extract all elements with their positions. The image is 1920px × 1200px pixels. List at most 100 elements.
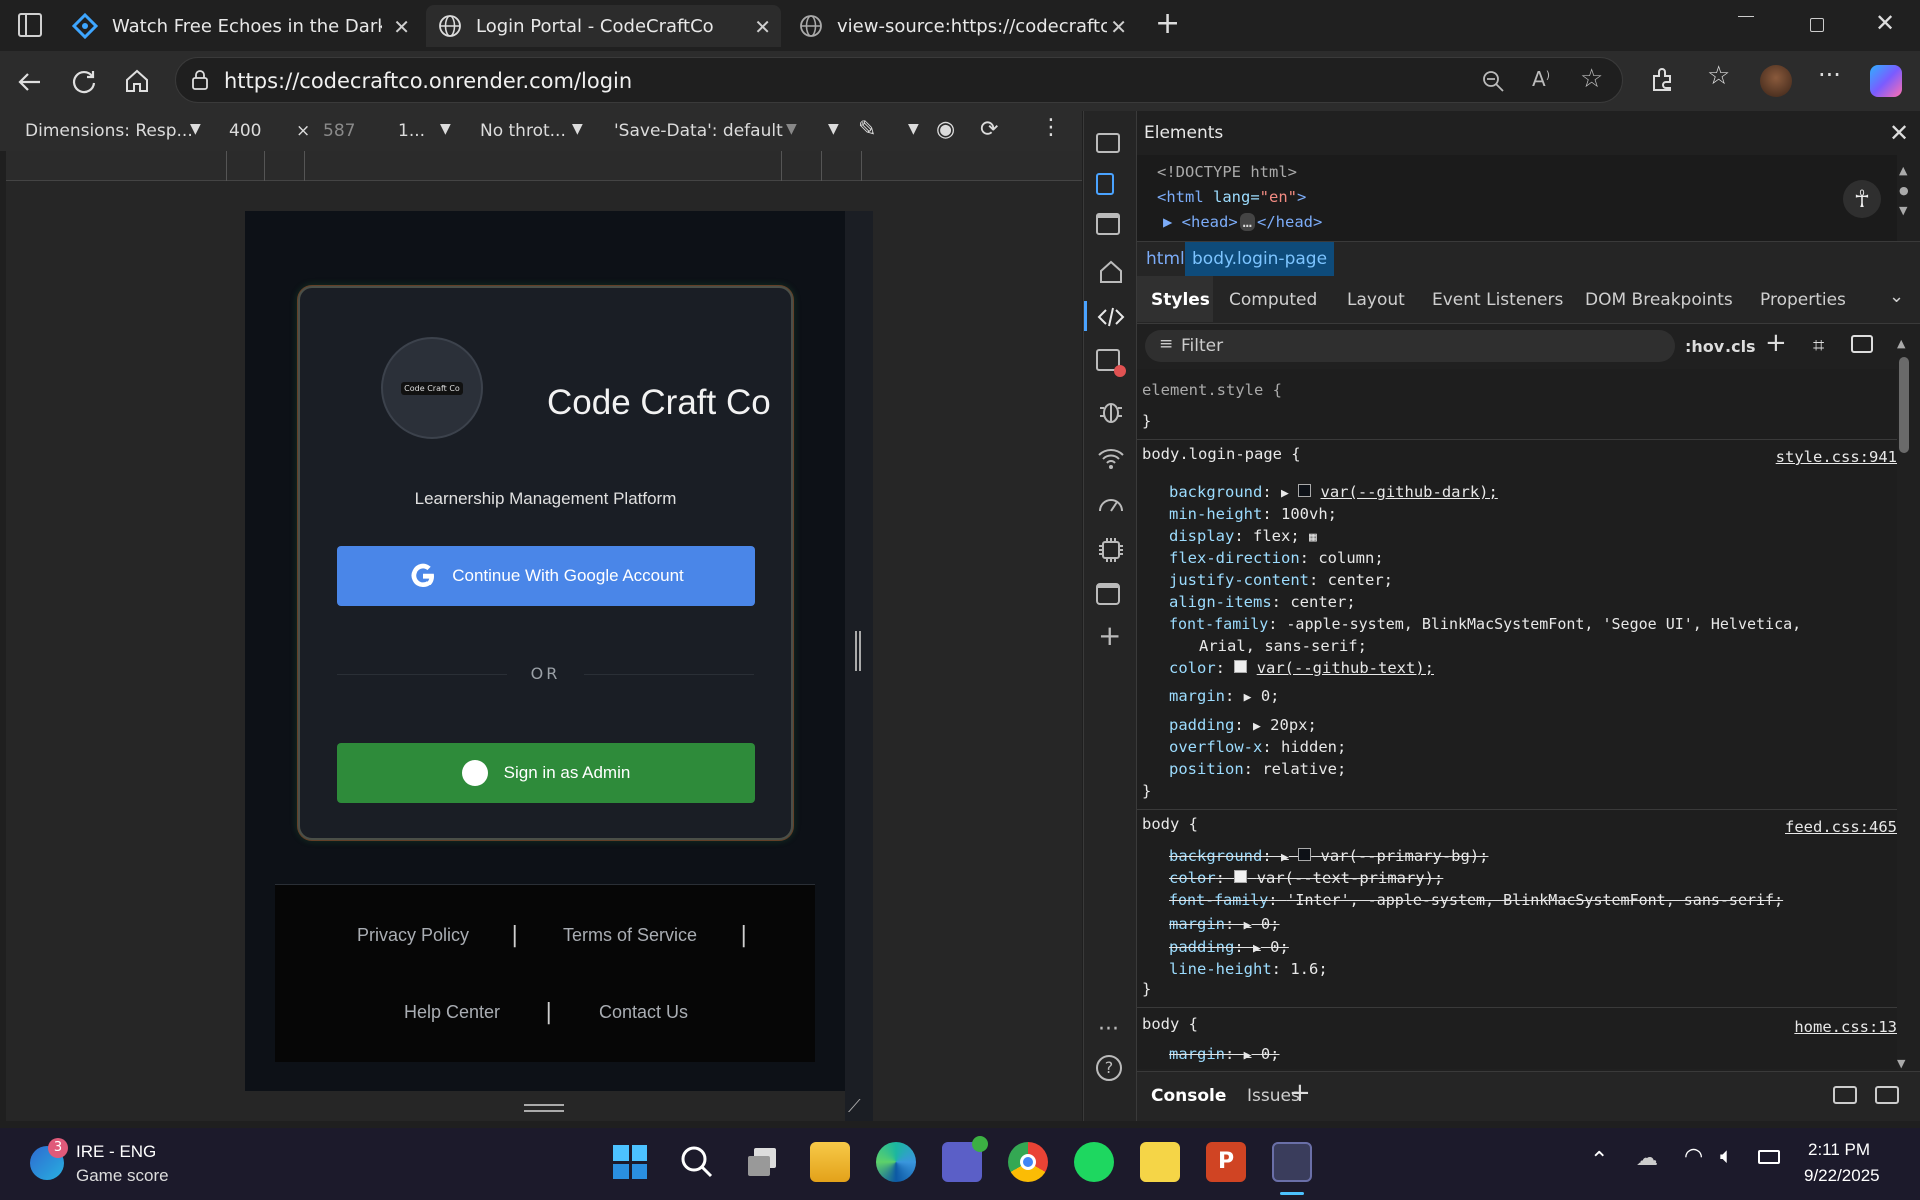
breadcrumb-body[interactable]: body.login-page bbox=[1185, 242, 1335, 276]
expand-icon[interactable]: ▶ bbox=[1281, 850, 1289, 865]
scroll-down-arrow[interactable]: ▼ bbox=[1897, 1057, 1905, 1070]
more-tools-icon[interactable]: ··· bbox=[1098, 1017, 1119, 1042]
network-wifi-icon[interactable] bbox=[1096, 443, 1126, 473]
extensions-icon[interactable] bbox=[1648, 66, 1676, 94]
help-icon[interactable]: ? bbox=[1096, 1055, 1122, 1081]
styles-scrollbar[interactable]: ▲ ▼ bbox=[1893, 337, 1915, 1070]
teams-icon[interactable] bbox=[942, 1136, 988, 1182]
close-tab-icon[interactable]: ✕ bbox=[1110, 15, 1127, 39]
admin-signin-button[interactable]: Sign in as Admin bbox=[337, 743, 755, 803]
dock-drawer-icon[interactable] bbox=[1833, 1086, 1857, 1104]
chevron-down-icon[interactable]: ▼ bbox=[572, 121, 583, 137]
back-icon[interactable] bbox=[16, 68, 44, 96]
rule-selector[interactable]: body { bbox=[1142, 1015, 1198, 1033]
tab-computed[interactable]: Computed bbox=[1229, 290, 1317, 310]
elements-code-icon[interactable] bbox=[1096, 302, 1126, 332]
tab-event-listeners[interactable]: Event Listeners bbox=[1432, 290, 1563, 310]
css-property[interactable]: line-height: 1.6; bbox=[1169, 960, 1328, 978]
welcome-home-icon[interactable] bbox=[1096, 257, 1126, 287]
tab-properties[interactable]: Properties bbox=[1760, 290, 1846, 310]
minimize-button[interactable] bbox=[1738, 16, 1754, 17]
close-tab-icon[interactable]: ✕ bbox=[393, 15, 410, 39]
css-property[interactable]: overflow-x: hidden; bbox=[1169, 738, 1346, 756]
expand-icon[interactable]: ▶ bbox=[1244, 1048, 1252, 1063]
css-property[interactable]: display: flex; ▦ bbox=[1169, 527, 1317, 545]
sticky-notes-icon[interactable] bbox=[1140, 1142, 1180, 1182]
edge-browser-icon[interactable] bbox=[876, 1142, 916, 1182]
tab-view-source[interactable]: view-source:https://codecraftco.o ✕ bbox=[787, 5, 1137, 47]
debugger-bug-icon[interactable] bbox=[1096, 396, 1126, 426]
expand-icon[interactable]: ▶ bbox=[1281, 486, 1289, 501]
expand-icon[interactable]: ▶ bbox=[1244, 918, 1252, 933]
console-icon[interactable] bbox=[1096, 349, 1126, 377]
throttle-select[interactable]: No throt... bbox=[480, 121, 566, 141]
add-drawer-tab-icon[interactable]: + bbox=[1289, 1078, 1311, 1108]
flex-editor-icon[interactable]: ▦ bbox=[1309, 530, 1317, 545]
tab-login-portal[interactable]: Login Portal - CodeCraftCo ✕ bbox=[426, 5, 781, 47]
chevron-down-icon[interactable]: ▼ bbox=[786, 121, 797, 137]
accessibility-icon[interactable]: ☥ bbox=[1843, 180, 1881, 218]
resize-handle[interactable] bbox=[855, 631, 861, 671]
tab-watch[interactable]: Watch Free Echoes in the Dark Fu ✕ bbox=[60, 5, 420, 47]
css-property[interactable]: margin: ▶ 0; bbox=[1169, 687, 1280, 705]
device-more-icon[interactable]: ⋮ bbox=[1040, 115, 1062, 140]
save-data-select[interactable]: 'Save-Data': default bbox=[614, 121, 783, 141]
hov-button[interactable]: :hov bbox=[1685, 337, 1724, 356]
rotate-icon[interactable]: ⟳ bbox=[980, 117, 998, 142]
help-center-link[interactable]: Help Center bbox=[404, 1002, 500, 1023]
css-property[interactable]: position: relative; bbox=[1169, 760, 1346, 778]
google-signin-button[interactable]: Continue With Google Account bbox=[337, 546, 755, 606]
dom-html-node[interactable]: <html lang="en"> bbox=[1157, 188, 1306, 206]
filter-input[interactable]: ≡ Filter bbox=[1145, 330, 1675, 362]
css-property[interactable]: justify-content: center; bbox=[1169, 571, 1393, 589]
address-bar[interactable]: https://codecraftco.onrender.com/login A… bbox=[175, 57, 1623, 103]
chrome-icon[interactable] bbox=[1008, 1142, 1048, 1182]
volume-icon[interactable]: 🔈︎ bbox=[1720, 1144, 1733, 1169]
clock-date[interactable]: 9/22/2025 bbox=[1804, 1166, 1880, 1186]
color-swatch[interactable] bbox=[1234, 870, 1248, 883]
css-property[interactable]: color: var(--github-text); bbox=[1169, 659, 1434, 677]
new-tab-button[interactable]: + bbox=[1155, 6, 1180, 41]
file-explorer-icon[interactable] bbox=[810, 1142, 850, 1182]
scroll-thumb[interactable] bbox=[1899, 357, 1909, 453]
privacy-policy-link[interactable]: Privacy Policy bbox=[357, 925, 469, 946]
expand-icon[interactable]: ▶ bbox=[1253, 719, 1261, 734]
eyedropper-icon[interactable]: ✎ bbox=[858, 117, 876, 142]
expand-icon[interactable]: ▶ bbox=[1244, 690, 1252, 705]
wifi-icon[interactable]: ◠ bbox=[1684, 1144, 1703, 1169]
tab-dom-breakpoints[interactable]: DOM Breakpoints bbox=[1585, 290, 1733, 310]
more-menu-icon[interactable]: ··· bbox=[1818, 61, 1841, 89]
close-devtools-icon[interactable]: ✕ bbox=[1889, 119, 1909, 147]
bottom-resize-handle[interactable] bbox=[524, 1104, 564, 1112]
close-window-button[interactable]: ✕ bbox=[1875, 9, 1895, 37]
css-property[interactable]: min-height: 100vh; bbox=[1169, 505, 1337, 523]
url-text[interactable]: https://codecraftco.onrender.com/login bbox=[224, 69, 632, 93]
dimensions-select[interactable]: Dimensions: Resp... bbox=[25, 121, 193, 141]
zoom-out-icon[interactable] bbox=[1481, 69, 1505, 93]
rule-source-link[interactable]: feed.css:465 bbox=[1785, 818, 1897, 836]
search-icon[interactable] bbox=[677, 1142, 717, 1182]
snipping-tool-icon[interactable] bbox=[1272, 1142, 1312, 1182]
css-property[interactable]: align-items: center; bbox=[1169, 593, 1356, 611]
element-style-selector[interactable]: element.style { bbox=[1142, 381, 1282, 399]
device-emulation-icon[interactable] bbox=[1096, 173, 1114, 195]
chevron-down-icon[interactable]: ▼ bbox=[908, 121, 919, 137]
contact-us-link[interactable]: Contact Us bbox=[599, 1002, 688, 1023]
viewport-resize-strip[interactable] bbox=[845, 211, 873, 1121]
color-swatch[interactable] bbox=[1298, 484, 1312, 497]
powerpoint-icon[interactable]: P bbox=[1206, 1142, 1246, 1182]
copilot-icon[interactable] bbox=[1870, 65, 1902, 97]
dom-head-node[interactable]: ▶ <head>… </head> bbox=[1163, 213, 1322, 231]
close-drawer-icon[interactable] bbox=[1875, 1086, 1899, 1104]
rule-source-link[interactable]: style.css:941 bbox=[1776, 448, 1897, 466]
close-tab-icon[interactable]: ✕ bbox=[754, 15, 771, 39]
width-input[interactable]: 400 bbox=[229, 121, 261, 141]
css-property-overridden[interactable]: margin: ▶ 0; bbox=[1169, 915, 1280, 933]
tab-layout[interactable]: Layout bbox=[1347, 290, 1405, 310]
lock-icon[interactable] bbox=[188, 68, 212, 92]
chevron-down-icon[interactable]: ▼ bbox=[190, 121, 201, 137]
css-property-overridden[interactable]: font-family: 'Inter', -apple-system, Bli… bbox=[1169, 891, 1783, 909]
chevron-up-icon[interactable]: ⌃ bbox=[1590, 1148, 1608, 1173]
dom-doctype[interactable]: <!DOCTYPE html> bbox=[1157, 163, 1297, 181]
cloud-off-icon[interactable]: ☁ bbox=[1636, 1146, 1658, 1171]
